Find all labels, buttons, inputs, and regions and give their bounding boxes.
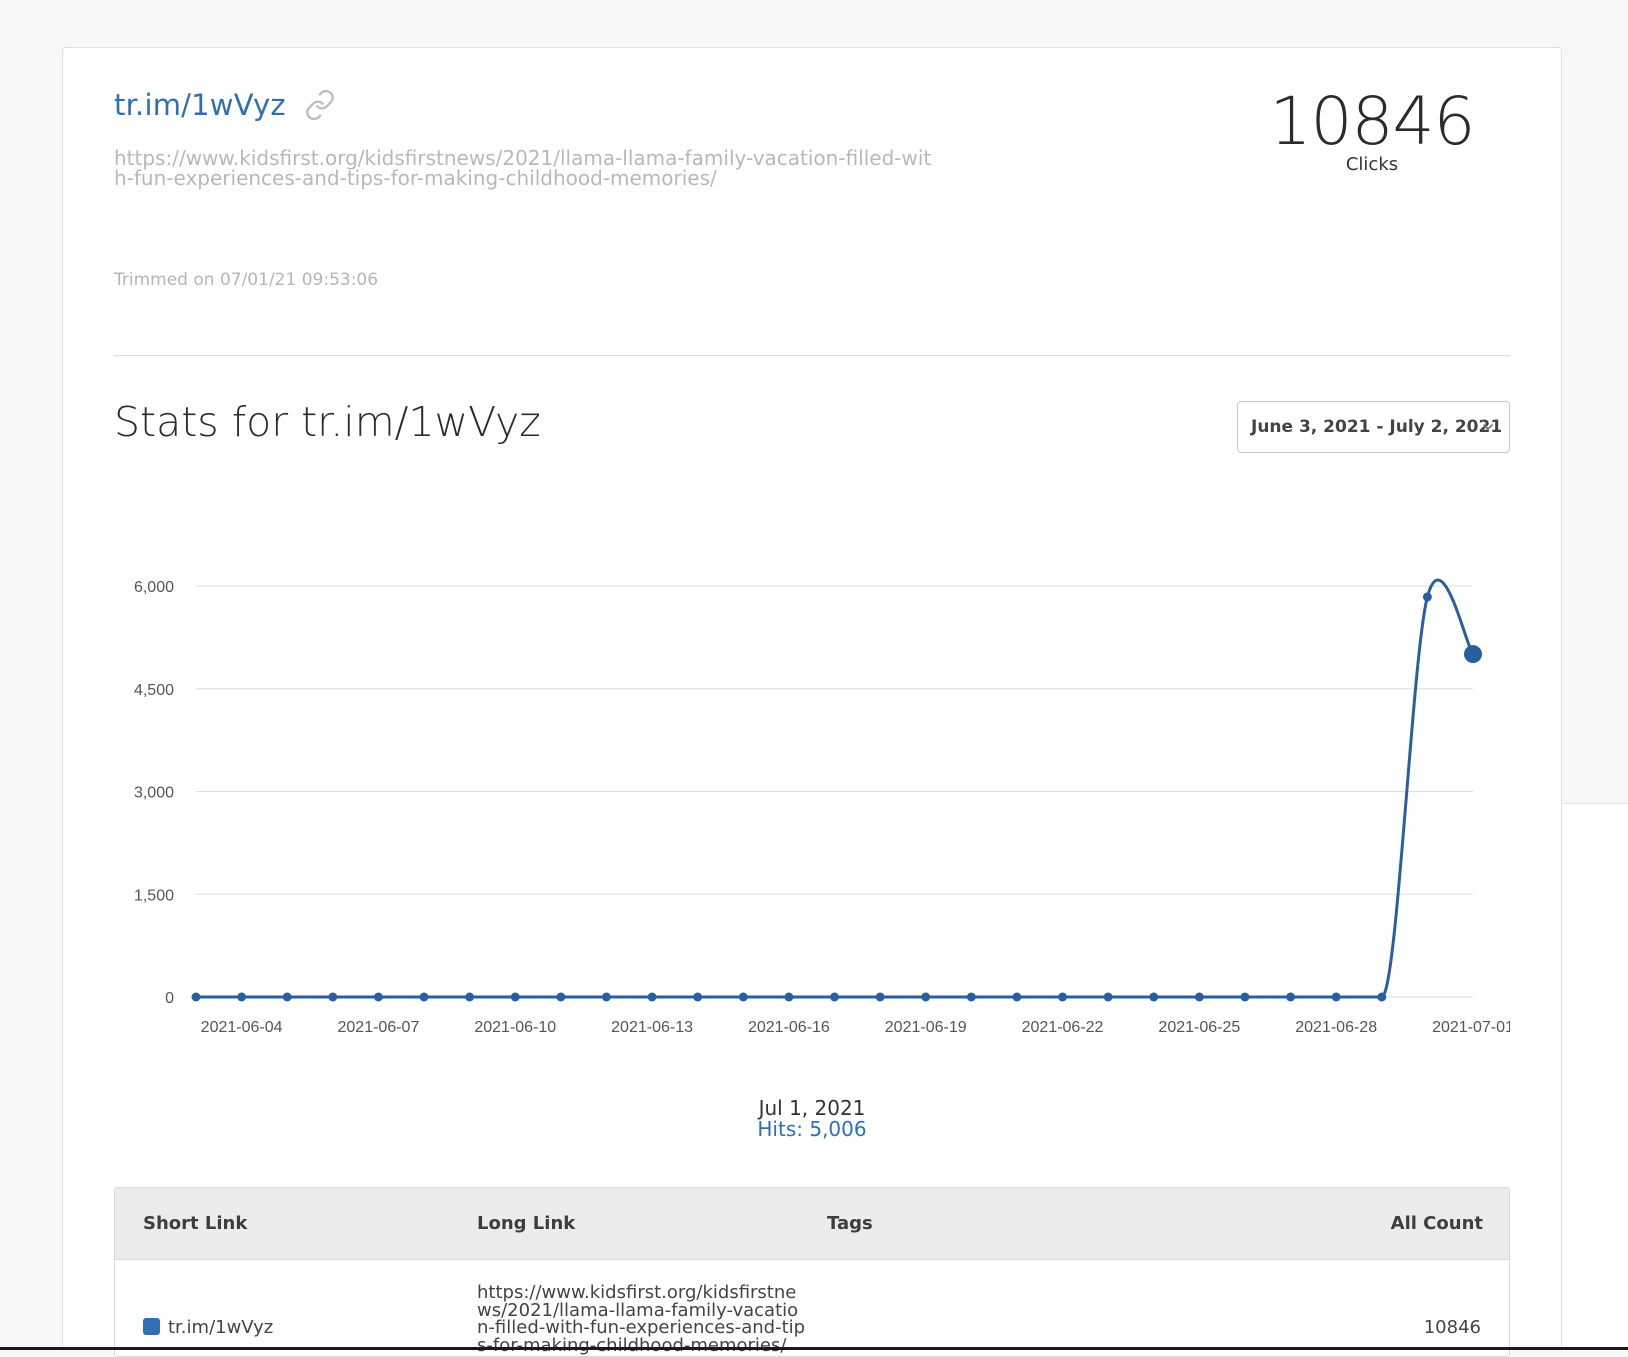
data-point bbox=[191, 992, 201, 1002]
x-tick-label: 2021-06-19 bbox=[885, 1019, 967, 1036]
date-range-value: June 3, 2021 - July 2, 2021 bbox=[1251, 417, 1503, 437]
data-point bbox=[1240, 992, 1250, 1002]
series-color-swatch bbox=[143, 1318, 160, 1335]
x-tick-label: 2021-06-22 bbox=[1022, 1019, 1104, 1036]
data-point bbox=[647, 992, 657, 1002]
short-link-header: tr.im/1wVyz bbox=[114, 88, 336, 122]
stats-title: Stats for tr.im/1wVyz bbox=[114, 398, 541, 446]
x-tick-label: 2021-06-25 bbox=[1158, 1019, 1240, 1036]
short-link-title[interactable]: tr.im/1wVyz bbox=[114, 88, 286, 122]
data-point bbox=[465, 992, 475, 1002]
data-point bbox=[419, 992, 429, 1002]
chevron-down-icon bbox=[1483, 424, 1493, 431]
data-point bbox=[1331, 992, 1341, 1002]
y-tick-label: 4,500 bbox=[134, 682, 174, 699]
clicks-summary: 10846 Clicks bbox=[1262, 83, 1482, 176]
tooltip-date: Jul 1, 2021 bbox=[758, 1096, 866, 1120]
y-tick-label: 1,500 bbox=[134, 887, 174, 904]
column-header-long-link[interactable]: Long Link bbox=[477, 1213, 575, 1234]
trimmed-date: Trimmed on 07/01/21 09:53:06 bbox=[114, 270, 379, 290]
x-tick-label: 2021-07-01 bbox=[1432, 1019, 1510, 1036]
column-header-tags[interactable]: Tags bbox=[827, 1213, 873, 1234]
link-icon[interactable] bbox=[304, 89, 336, 121]
data-point bbox=[693, 992, 703, 1002]
highlighted-data-point bbox=[1464, 645, 1482, 664]
section-divider bbox=[114, 355, 1510, 356]
data-point bbox=[1058, 992, 1068, 1002]
data-point bbox=[1286, 992, 1296, 1002]
column-header-short-link[interactable]: Short Link bbox=[143, 1213, 247, 1234]
x-tick-label: 2021-06-16 bbox=[748, 1019, 830, 1036]
data-point bbox=[237, 992, 247, 1002]
table-header: Short Link Long Link Tags All Count bbox=[115, 1188, 1509, 1260]
data-point bbox=[784, 992, 794, 1002]
x-tick-label: 2021-06-28 bbox=[1295, 1019, 1377, 1036]
short-link-cell-text[interactable]: tr.im/1wVyz bbox=[168, 1317, 273, 1338]
data-point bbox=[328, 992, 338, 1002]
background-panel bbox=[1563, 803, 1628, 1351]
y-tick-label: 3,000 bbox=[134, 785, 174, 802]
short-link-cell: tr.im/1wVyz bbox=[143, 1317, 273, 1338]
links-table: Short Link Long Link Tags All Count tr.i… bbox=[114, 1187, 1510, 1357]
column-header-all-count[interactable]: All Count bbox=[1391, 1213, 1483, 1234]
y-tick-label: 6,000 bbox=[134, 579, 174, 596]
long-link-cell[interactable]: https://www.kidsfirst.org/kidsfirstnews/… bbox=[477, 1284, 807, 1355]
data-point bbox=[1422, 592, 1432, 602]
clicks-line-chart: 0 1,500 3,000 4,500 6,000 2021-06-04 2021-06-0… bbox=[134, 578, 1510, 1036]
data-point bbox=[601, 992, 611, 1002]
x-tick-label: 2021-06-10 bbox=[474, 1019, 556, 1036]
data-point bbox=[510, 992, 520, 1002]
y-tick-label: 0 bbox=[165, 990, 174, 1007]
long-url: https://www.kidsfirst.org/kidsfirstnews/… bbox=[114, 146, 932, 190]
chart-tooltip: Jul 1, 2021 Hits: 5,006 bbox=[712, 1098, 912, 1140]
data-point bbox=[966, 992, 976, 1002]
series-line bbox=[196, 578, 1475, 999]
all-count-cell: 10846 bbox=[1423, 1317, 1481, 1338]
x-tick-label: 2021-06-13 bbox=[611, 1019, 693, 1036]
date-range-select[interactable]: June 3, 2021 - July 2, 2021 bbox=[1237, 401, 1510, 453]
data-point bbox=[1194, 992, 1204, 1002]
data-point bbox=[921, 992, 931, 1002]
data-point bbox=[830, 992, 839, 1002]
clicks-count: 10846 bbox=[1269, 83, 1476, 160]
data-point bbox=[875, 992, 885, 1002]
x-tick-label: 2021-06-07 bbox=[338, 1019, 420, 1036]
data-point bbox=[373, 992, 383, 1002]
tooltip-hits: Hits: 5,006 bbox=[757, 1117, 867, 1141]
data-point bbox=[1149, 992, 1159, 1002]
data-point bbox=[282, 992, 292, 1002]
data-point bbox=[1012, 992, 1022, 1002]
data-point bbox=[738, 992, 748, 1002]
x-tick-label: 2021-06-04 bbox=[201, 1019, 283, 1036]
data-point bbox=[1103, 992, 1113, 1002]
data-point bbox=[556, 992, 566, 1002]
data-point bbox=[1377, 992, 1387, 1002]
